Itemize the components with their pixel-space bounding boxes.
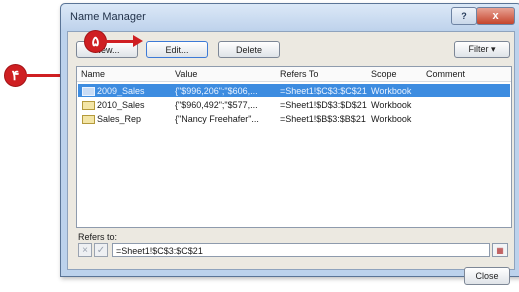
filter-button[interactable]: Filter ▾ <box>454 41 510 58</box>
list-item[interactable]: Sales_Rep {"Nancy Freehafer"... =Sheet1!… <box>78 112 510 125</box>
named-range-icon <box>82 115 95 124</box>
title-bar: Name Manager ? x <box>61 4 519 30</box>
row-scope: Workbook <box>371 114 412 124</box>
step-5-arrow-head <box>133 35 143 47</box>
column-header-scope[interactable]: Scope <box>371 69 397 79</box>
named-range-icon <box>82 101 95 110</box>
collapse-dialog-icon[interactable]: ▦ <box>492 243 508 257</box>
names-list[interactable]: Name Value Refers To Scope Comment 2009_… <box>76 66 512 228</box>
row-scope: Workbook <box>371 86 412 96</box>
row-name: 2010_Sales <box>97 100 145 110</box>
dialog-title: Name Manager <box>70 11 146 23</box>
row-value: {"$960,492";"$577,... <box>175 100 258 110</box>
close-button[interactable]: Close <box>464 267 510 285</box>
list-item[interactable]: 2009_Sales {"$996,206";"$606,... =Sheet1… <box>78 84 510 97</box>
help-button[interactable]: ? <box>451 7 477 25</box>
dialog-client-area: New... Edit... Delete Filter ▾ Name Valu… <box>67 31 515 285</box>
step-5-arrow-line <box>105 40 135 43</box>
refers-to-label: Refers to: <box>78 232 118 242</box>
refers-to-bar: × ✓ =Sheet1!$C$3:$C$21 ▦ <box>78 243 508 259</box>
row-value: {"$996,206";"$606,... <box>175 86 258 96</box>
row-scope: Workbook <box>371 100 412 110</box>
row-refers-to: =Sheet1!$D$3:$D$21 <box>280 100 367 110</box>
column-header-value[interactable]: Value <box>175 69 197 79</box>
name-manager-dialog: Name Manager ? x New... Edit... Delete F… <box>60 3 519 285</box>
refers-to-input[interactable]: =Sheet1!$C$3:$C$21 <box>112 243 490 257</box>
named-range-icon <box>82 87 95 96</box>
row-refers-to: =Sheet1!$B$3:$B$21 <box>280 114 366 124</box>
delete-button[interactable]: Delete <box>218 41 280 58</box>
row-value: {"Nancy Freehafer"... <box>175 114 259 124</box>
row-refers-to: =Sheet1!$C$3:$C$21 <box>280 86 367 96</box>
confirm-icon[interactable]: ✓ <box>94 243 108 257</box>
edit-button[interactable]: Edit... <box>146 41 208 58</box>
column-header-refers-to[interactable]: Refers To <box>280 69 318 79</box>
title-close-button[interactable]: x <box>476 7 515 25</box>
refers-to-value: =Sheet1!$C$3:$C$21 <box>116 246 203 256</box>
step-4-badge: ۴ <box>4 64 27 87</box>
cancel-icon[interactable]: × <box>78 243 92 257</box>
list-item[interactable]: 2010_Sales {"$960,492";"$577,... =Sheet1… <box>78 98 510 111</box>
column-header-comment[interactable]: Comment <box>426 69 465 79</box>
row-name: Sales_Rep <box>97 114 142 124</box>
list-header: Name Value Refers To Scope Comment <box>77 67 511 82</box>
column-header-name[interactable]: Name <box>81 69 105 79</box>
step-5-badge: ۵ <box>84 30 107 53</box>
row-name: 2009_Sales <box>97 86 145 96</box>
